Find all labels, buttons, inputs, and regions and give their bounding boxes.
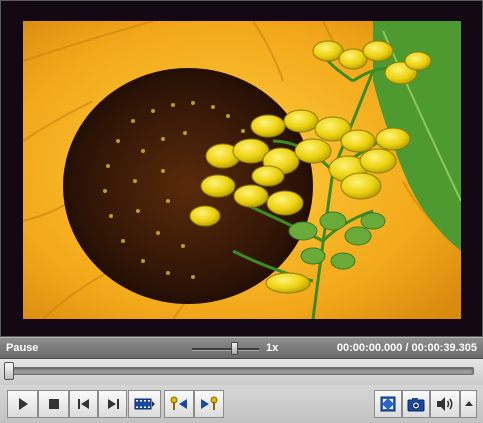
next-frame-icon [106,398,120,410]
filmstrip-icon [134,397,156,411]
video-frame-image [23,21,461,319]
total-time: 00:00:39.305 [411,342,477,354]
volume-button[interactable] [430,390,460,418]
previous-frame-button[interactable] [69,390,98,418]
video-viewport[interactable] [0,0,483,337]
play-icon [16,397,30,411]
time-separator: / [405,342,409,354]
volume-icon [435,396,455,412]
mark-out-icon [199,396,219,412]
seek-thumb[interactable] [4,362,14,380]
stop-icon [48,398,60,410]
seek-track[interactable] [8,367,474,375]
status-bar: Pause 1x 00:00:00.000 / 00:00:39.305 [0,337,483,359]
snapshot-icon [407,396,425,412]
fullscreen-icon [380,396,396,412]
speed-slider-track[interactable] [192,348,259,351]
speed-slider-thumb[interactable] [231,342,238,355]
seek-bar-area [0,359,483,385]
fullscreen-button[interactable] [374,390,402,418]
mark-out-button[interactable] [194,390,224,418]
volume-dropdown-button[interactable] [460,390,477,418]
snapshot-button[interactable] [402,390,430,418]
control-toolbar [0,385,483,423]
mark-in-button[interactable] [164,390,194,418]
media-player: Pause 1x 00:00:00.000 / 00:00:39.305 [0,0,483,423]
speed-label: 1x [266,342,279,354]
filmstrip-button[interactable] [128,390,161,418]
dropdown-arrow-icon [464,401,473,407]
time-readout: 00:00:00.000 / 00:00:39.305 [337,342,477,354]
stop-button[interactable] [38,390,69,418]
mark-in-icon [169,396,189,412]
current-time: 00:00:00.000 [336,342,403,354]
playback-state-label: Pause [6,342,39,354]
previous-frame-icon [77,398,91,410]
next-frame-button[interactable] [98,390,127,418]
play-button[interactable] [7,390,38,418]
